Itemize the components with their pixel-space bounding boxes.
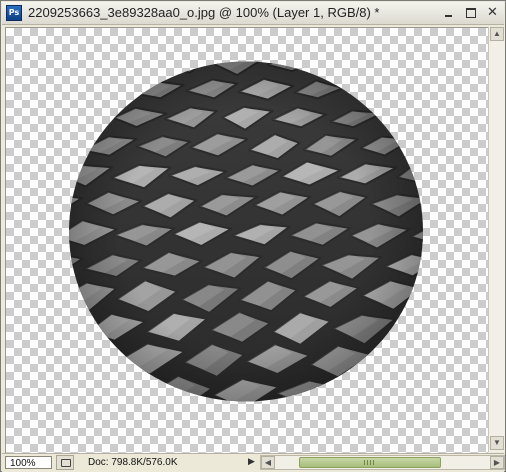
cobblestone-highlight	[384, 107, 423, 126]
cobblestone-highlight	[85, 380, 132, 402]
cobblestone	[109, 61, 164, 74]
close-button[interactable]: ✕	[484, 5, 501, 20]
cobblestone	[397, 80, 423, 104]
cobblestone	[69, 345, 122, 377]
scroll-left-arrow-icon[interactable]: ◀	[261, 456, 275, 469]
cobblestone-highlight	[393, 315, 423, 337]
cobblestone-highlight	[411, 135, 423, 152]
photoshop-icon[interactable]: Ps	[6, 5, 22, 21]
zoom-level-field[interactable]: 100%	[5, 456, 52, 469]
scroll-right-arrow-icon[interactable]: ▶	[490, 456, 504, 469]
window-title: 2209253663_3e89328aa0_o.jpg @ 100% (Laye…	[28, 5, 380, 20]
cobblestone-highlight	[340, 377, 389, 402]
cobblestone	[84, 379, 150, 402]
cobblestone-highlight	[110, 61, 147, 69]
cobblestone	[69, 82, 80, 103]
cobblestone-highlight	[369, 61, 408, 70]
cobblestone-highlight	[420, 61, 423, 70]
title-bar[interactable]: Ps 2209253663_3e89328aa0_o.jpg @ 100% (L…	[2, 2, 504, 25]
status-menu-arrow-icon[interactable]: ▶	[248, 456, 255, 467]
cobblestone-highlight	[373, 344, 419, 371]
maximize-button[interactable]	[462, 5, 479, 20]
cobblestone-highlight	[398, 81, 423, 99]
cobblestone	[339, 376, 410, 402]
cobblestone	[69, 374, 90, 402]
cobblestone-highlight	[345, 81, 385, 96]
minimize-button[interactable]	[440, 5, 457, 20]
cobblestone-highlight	[69, 61, 95, 69]
cobblestone-highlight	[69, 375, 70, 402]
cobblestone	[406, 378, 423, 402]
document-canvas[interactable]	[5, 27, 488, 453]
scroll-grip-icon	[364, 460, 376, 465]
cobblestone	[372, 343, 423, 380]
cobblestone-highlight	[407, 379, 423, 402]
cobblestone-highlight	[69, 106, 98, 124]
document-size-info: Doc: 798.8K/576.0K	[88, 457, 178, 468]
cobblestone	[69, 312, 85, 345]
horizontal-scroll-thumb[interactable]	[299, 457, 441, 468]
cobblestone	[410, 134, 423, 158]
cobblestone	[316, 61, 371, 74]
scroll-up-arrow-icon[interactable]: ▲	[490, 27, 504, 41]
cobblestone	[69, 61, 108, 75]
cobblestone-highlight	[69, 346, 104, 371]
vertical-scrollbar[interactable]: ▲ ▼	[488, 27, 505, 452]
cobblestone	[69, 136, 82, 157]
cobblestone	[383, 106, 423, 132]
cobblestone	[392, 314, 423, 344]
cobblestone-highlight	[82, 82, 118, 96]
cobblestone	[69, 105, 113, 131]
horizontal-scrollbar[interactable]: ◀ ▶	[260, 455, 505, 470]
cobblestone	[419, 61, 423, 75]
document-window: Ps 2209253663_3e89328aa0_o.jpg @ 100% (L…	[0, 0, 506, 472]
cobblestone-image	[69, 61, 423, 402]
cobblestone	[81, 81, 133, 100]
scroll-down-arrow-icon[interactable]: ▼	[490, 436, 504, 450]
cobblestone-highlight	[317, 61, 354, 68]
status-bar: 100% Doc: 798.8K/576.0K ▶ ◀ ▶	[2, 453, 505, 472]
cobblestone	[368, 61, 421, 76]
cobblestone-highlight	[160, 61, 199, 69]
document-navigator-icon[interactable]	[56, 455, 74, 470]
